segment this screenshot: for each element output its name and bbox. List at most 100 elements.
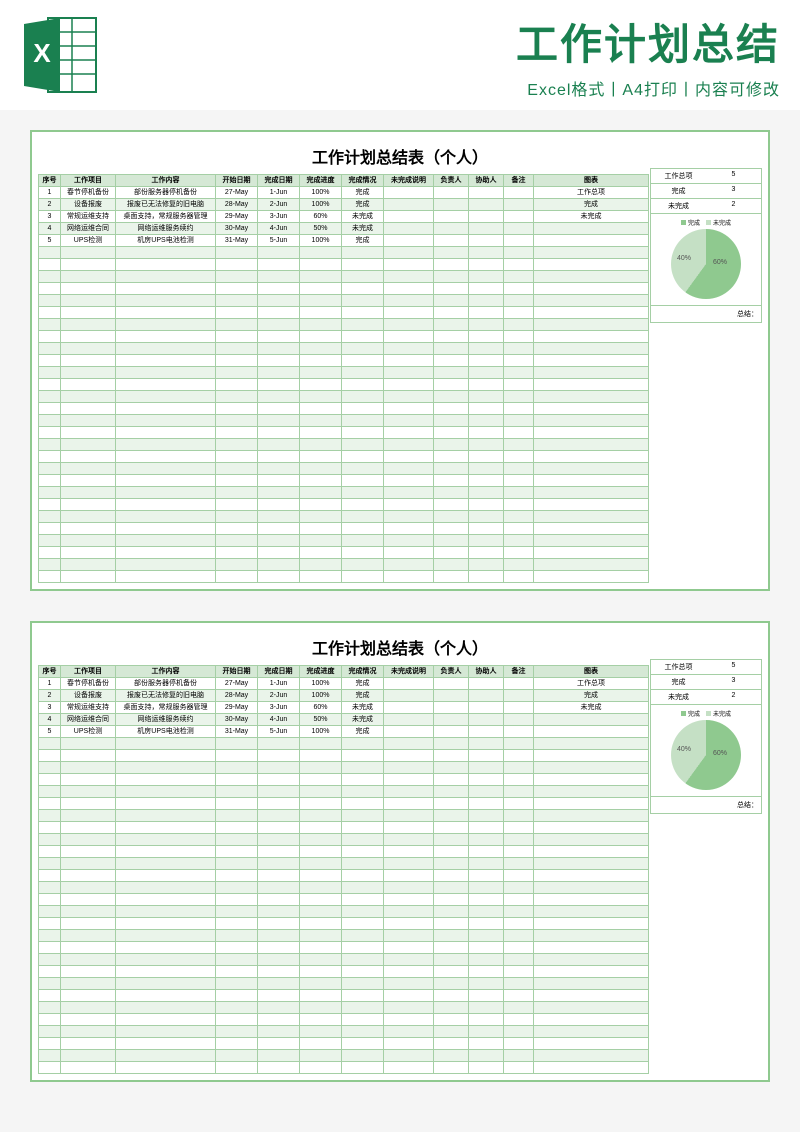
table-cell-empty — [39, 858, 61, 870]
table-cell-empty — [469, 762, 504, 774]
table-cell-empty — [434, 571, 469, 583]
table-cell-empty — [116, 355, 216, 367]
table-cell-empty — [39, 870, 61, 882]
table-cell-empty — [116, 571, 216, 583]
table-cell-empty — [216, 355, 258, 367]
table-cell-empty — [434, 942, 469, 954]
stat-label: 完成 — [651, 675, 706, 690]
table-cell-empty — [300, 523, 342, 535]
table-cell-empty — [116, 463, 216, 475]
table-cell-empty — [116, 559, 216, 571]
table-cell-empty — [504, 343, 534, 355]
table-cell: 2-Jun — [258, 199, 300, 211]
table-cell — [384, 678, 434, 690]
table-cell-empty — [116, 834, 216, 846]
table-cell-empty — [504, 798, 534, 810]
table-cell-empty — [300, 858, 342, 870]
table-cell-empty — [469, 738, 504, 750]
table-cell-empty — [61, 523, 116, 535]
table-cell-empty — [300, 774, 342, 786]
table-cell-empty — [61, 1014, 116, 1026]
table-cell-empty — [342, 1014, 384, 1026]
table-cell-empty — [300, 535, 342, 547]
table-cell-empty — [534, 858, 649, 870]
table-cell-empty — [258, 1062, 300, 1074]
table-cell-empty — [384, 547, 434, 559]
table-cell-empty — [216, 439, 258, 451]
table-cell-empty — [61, 1002, 116, 1014]
table-cell: 常规运维支持 — [61, 702, 116, 714]
sub-title: Excel格式丨A4打印丨内容可修改 — [115, 76, 780, 100]
table-cell-empty — [39, 391, 61, 403]
table-cell-empty — [434, 463, 469, 475]
table-cell-empty — [469, 307, 504, 319]
table-cell-empty — [469, 559, 504, 571]
table-cell-empty — [384, 918, 434, 930]
table-cell: 30-May — [216, 223, 258, 235]
table-cell — [434, 211, 469, 223]
table-cell-empty — [469, 810, 504, 822]
table-cell-empty — [342, 247, 384, 259]
table-cell-empty — [504, 906, 534, 918]
table-cell-empty — [384, 463, 434, 475]
table-cell-empty — [434, 391, 469, 403]
table-cell-empty — [469, 1002, 504, 1014]
table-cell-empty — [534, 990, 649, 1002]
table-cell-empty — [258, 403, 300, 415]
column-header: 序号 — [39, 666, 61, 678]
column-header: 完成进度 — [300, 666, 342, 678]
table-cell — [384, 714, 434, 726]
table-cell-empty — [534, 535, 649, 547]
table-cell-empty — [469, 990, 504, 1002]
table-cell-empty — [504, 774, 534, 786]
table-cell: 3-Jun — [258, 211, 300, 223]
main-title: 工作计划总结 — [115, 11, 780, 72]
table-cell-empty — [116, 1050, 216, 1062]
table-cell: 未完成 — [342, 211, 384, 223]
table-cell: 100% — [300, 187, 342, 199]
table-cell-empty — [342, 1050, 384, 1062]
table-cell-empty — [384, 427, 434, 439]
table-cell-empty — [342, 403, 384, 415]
table-cell-empty — [384, 283, 434, 295]
table-cell: 1 — [39, 187, 61, 199]
table-cell: 1-Jun — [258, 678, 300, 690]
table-cell-empty — [300, 247, 342, 259]
stat-value: 2 — [706, 690, 761, 705]
table-cell-empty — [384, 499, 434, 511]
table-cell-empty — [39, 906, 61, 918]
table-cell-empty — [216, 882, 258, 894]
table-cell-empty — [216, 966, 258, 978]
table-cell-empty — [300, 391, 342, 403]
table-cell-empty — [469, 954, 504, 966]
table-cell-empty — [300, 822, 342, 834]
table-cell-empty — [534, 283, 649, 295]
table-cell-empty — [384, 846, 434, 858]
table-cell-empty — [39, 750, 61, 762]
table-cell-empty — [434, 427, 469, 439]
table-cell-empty — [116, 918, 216, 930]
table-cell-empty — [342, 978, 384, 990]
table-cell-empty — [534, 307, 649, 319]
table-cell-empty — [61, 1062, 116, 1074]
table-cell: 2 — [39, 690, 61, 702]
table-cell-empty — [534, 1062, 649, 1074]
pie-slice-label: 40% — [677, 746, 691, 753]
table-cell-empty — [384, 487, 434, 499]
table-cell-empty — [216, 1002, 258, 1014]
table-cell: 28-May — [216, 199, 258, 211]
table-cell-empty — [534, 379, 649, 391]
table-cell-empty — [39, 259, 61, 271]
table-cell-empty — [342, 367, 384, 379]
table-cell-empty — [384, 523, 434, 535]
table-cell-empty — [61, 822, 116, 834]
column-header: 未完成说明 — [384, 666, 434, 678]
table-cell-empty — [469, 1062, 504, 1074]
table-cell-empty — [504, 810, 534, 822]
pie-slice-label: 40% — [677, 255, 691, 262]
table-cell-empty — [116, 439, 216, 451]
table-cell-empty — [39, 822, 61, 834]
table-cell — [434, 199, 469, 211]
table-cell-empty — [534, 966, 649, 978]
table-cell-empty — [39, 738, 61, 750]
